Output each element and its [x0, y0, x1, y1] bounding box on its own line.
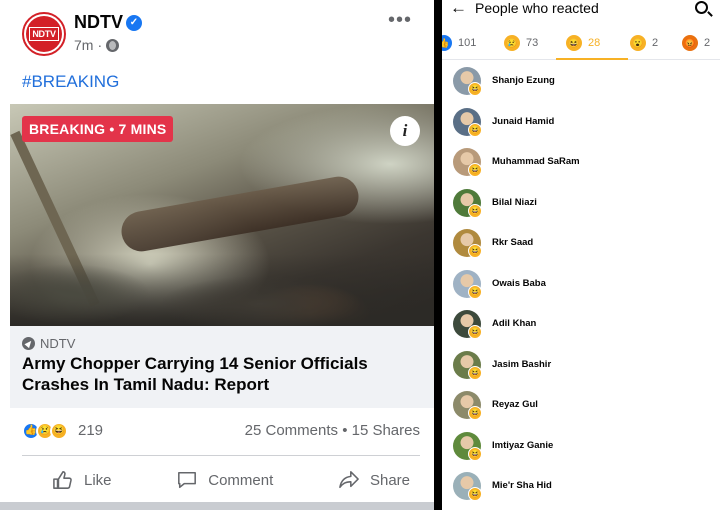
like-label: Like — [84, 471, 112, 489]
list-item[interactable]: 😆 Muhammad SaRam — [442, 142, 720, 183]
tab-angry-count: 2 — [704, 37, 711, 49]
list-item[interactable]: 😆 Imtiyaz Ganie — [442, 426, 720, 467]
tab-wow[interactable]: 😮 2 — [624, 26, 680, 60]
verified-icon: ✓ — [126, 15, 142, 31]
comments-shares-count[interactable]: 25 Comments • 15 Shares — [245, 422, 420, 439]
haha-icon: 😆 — [468, 203, 482, 218]
people-list: 😆 Shanjo Ezung 😆 Junaid Hamid 😆 Muhammad SaRa… — [442, 61, 720, 507]
list-item[interactable]: 😆 Reyaz Gul — [442, 385, 720, 426]
tab-haha[interactable]: 😆 28 — [556, 26, 628, 60]
compass-icon — [22, 337, 35, 350]
person-name[interactable]: Muhammad SaRam — [492, 156, 580, 167]
person-name[interactable]: Reyaz Gul — [492, 399, 538, 410]
comment-label: Comment — [208, 471, 274, 489]
more-icon[interactable]: ••• — [388, 10, 412, 30]
person-name[interactable]: Junaid Hamid — [492, 116, 554, 127]
person-name[interactable]: Imtiyaz Ganie — [492, 440, 553, 451]
tab-sad[interactable]: 😢 73 — [498, 26, 560, 60]
breaking-badge: BREAKING • 7 MINS — [22, 116, 174, 142]
divider — [22, 455, 420, 456]
reaction-summary: 👍 😢 😆 219 25 Comments • 15 Shares — [22, 422, 422, 442]
reaction-tabs: 👍 101 😢 73 😆 28 😮 2 😡 2 — [442, 26, 720, 60]
search-icon[interactable] — [695, 1, 708, 14]
haha-icon: 😆 — [468, 365, 482, 380]
haha-icon: 😆 — [468, 122, 482, 137]
list-item[interactable]: 😆 Rkr Saad — [442, 223, 720, 264]
haha-icon: 😆 — [566, 35, 582, 51]
reactions-title: People who reacted — [475, 0, 599, 16]
haha-icon: 😆 — [468, 163, 482, 177]
list-item[interactable]: 😆 Shanjo Ezung — [442, 61, 720, 102]
info-icon[interactable]: i — [390, 116, 420, 146]
list-item[interactable]: 😆 Junaid Hamid — [442, 102, 720, 143]
share-button[interactable]: Share — [330, 466, 420, 494]
share-label: Share — [369, 471, 410, 489]
like-button[interactable]: Like — [22, 466, 120, 494]
haha-reaction-icon: 😆 — [50, 422, 68, 440]
page-avatar[interactable]: NDTV — [22, 12, 66, 56]
haha-icon: 😆 — [468, 406, 482, 420]
tab-sad-count: 73 — [526, 37, 539, 49]
reactions-panel: ← People who reacted 👍 101 😢 73 😆 28 😮 2… — [442, 0, 720, 510]
facebook-post: NDTV NDTV ✓ 7m · ••• #BREAKING BREAKING … — [0, 0, 434, 510]
haha-icon: 😆 — [468, 446, 482, 461]
tab-like-count: 101 — [458, 37, 477, 49]
page-name[interactable]: NDTV — [74, 12, 123, 33]
list-item[interactable]: 😆 Bilal Niazi — [442, 183, 720, 224]
post-hashtag[interactable]: #BREAKING — [22, 72, 119, 92]
wow-icon: 😮 — [630, 35, 646, 51]
post-time[interactable]: 7m — [74, 37, 93, 53]
haha-icon: 😆 — [468, 244, 482, 258]
comment-icon — [178, 471, 197, 489]
like-icon: 👍 — [442, 35, 452, 51]
back-arrow-icon[interactable]: ← — [450, 0, 467, 16]
tab-haha-count: 28 — [588, 37, 601, 49]
person-name[interactable]: Adil Khan — [492, 318, 536, 329]
haha-icon: 😆 — [468, 82, 482, 96]
person-name[interactable]: Bilal Niazi — [492, 197, 537, 208]
link-preview[interactable]: NDTV Army Chopper Carrying 14 Senior Off… — [10, 326, 434, 408]
reactions-header: ← People who reacted — [442, 0, 720, 22]
link-source: NDTV — [40, 336, 76, 351]
reaction-icons[interactable]: 👍 😢 😆 — [22, 422, 68, 440]
tab-wow-count: 2 — [652, 37, 659, 49]
reaction-count[interactable]: 219 — [78, 422, 103, 439]
comment-button[interactable]: Comment — [168, 466, 281, 494]
tab-angry[interactable]: 😡 2 — [680, 26, 720, 60]
link-headline: Army Chopper Carrying 14 Senior Official… — [22, 354, 368, 394]
person-name[interactable]: Rkr Saad — [492, 237, 533, 248]
angry-icon: 😡 — [682, 35, 698, 51]
list-item[interactable]: 😆 Adil Khan — [442, 304, 720, 345]
share-icon — [339, 471, 359, 489]
post-image[interactable]: BREAKING • 7 MINS i — [10, 104, 434, 326]
person-name[interactable]: Mie'r Sha Hid — [492, 480, 552, 491]
post-meta: 7m · — [74, 37, 120, 53]
person-name[interactable]: Jasim Bashir — [492, 359, 551, 370]
sad-icon: 😢 — [504, 35, 520, 51]
avatar-logo-text: NDTV — [29, 27, 59, 41]
haha-icon: 😆 — [468, 487, 482, 501]
list-item[interactable]: 😆 Jasim Bashir — [442, 345, 720, 386]
haha-icon: 😆 — [468, 325, 482, 339]
list-item[interactable]: 😆 Owais Baba — [442, 264, 720, 305]
globe-icon — [106, 38, 120, 52]
like-icon — [53, 471, 72, 489]
post-header: NDTV NDTV ✓ 7m · ••• — [22, 10, 422, 60]
tab-like[interactable]: 👍 101 — [442, 26, 498, 60]
haha-icon: 😆 — [468, 284, 482, 299]
post-actions: Like Comment Share — [22, 466, 420, 494]
list-item[interactable]: 😆 Mie'r Sha Hid — [442, 466, 720, 507]
person-name[interactable]: Owais Baba — [492, 278, 546, 289]
person-name[interactable]: Shanjo Ezung — [492, 75, 555, 86]
